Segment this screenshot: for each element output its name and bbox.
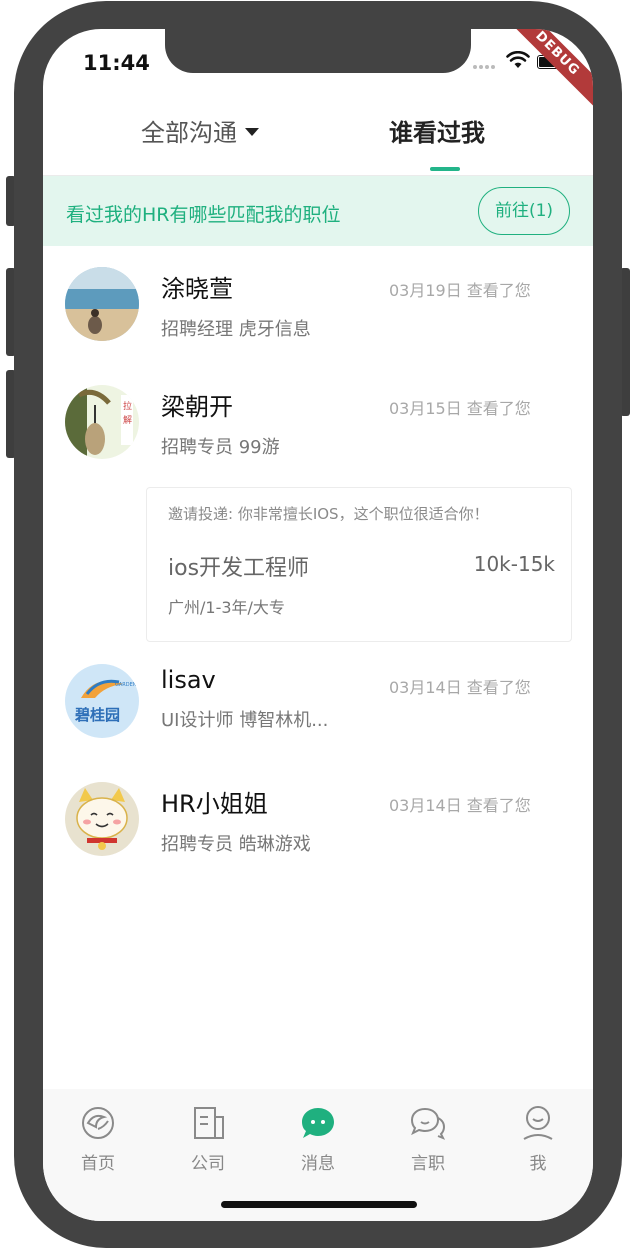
chat-icon xyxy=(410,1107,446,1140)
tab-who-viewed-me[interactable]: 谁看过我 xyxy=(389,113,485,148)
job-title: ios开发工程师 xyxy=(168,556,310,581)
tab-yanzhi[interactable]: 言职 xyxy=(388,1103,468,1174)
viewer-title-company: 招聘经理 虎牙信息 xyxy=(161,319,311,340)
job-salary: 10k-15k xyxy=(473,552,555,576)
viewer-title-company: 招聘专员 皓琳游戏 xyxy=(161,834,311,855)
invite-text: 邀请投递: 你非常擅长IOS，这个职位很适合你！ xyxy=(168,505,489,523)
tab-all-label: 全部沟通 xyxy=(141,119,237,147)
active-tab-indicator xyxy=(430,167,460,171)
viewer-name: 涂晓萱 xyxy=(161,275,233,303)
svg-text:碧桂园: 碧桂园 xyxy=(74,706,120,724)
list-item[interactable]: GARDEN 碧桂园 lisav 03月14日 查看了您 UI设计师 博智林机.… xyxy=(43,654,593,754)
list-item[interactable]: 涂晓萱 03月19日 查看了您 招聘经理 虎牙信息 xyxy=(43,257,593,357)
viewer-title-company: UI设计师 博智林机... xyxy=(161,710,329,731)
avatar: GARDEN 碧桂园 xyxy=(65,664,139,738)
viewer-name: 梁朝开 xyxy=(161,393,233,421)
viewed-time: 03月19日 查看了您 xyxy=(389,281,531,300)
viewer-title-company: 招聘专员 99游 xyxy=(161,437,280,458)
debug-label: DEBUG xyxy=(503,29,593,112)
tab-home-label: 首页 xyxy=(81,1154,115,1174)
banner-text: 看过我的HR有哪些匹配我的职位 xyxy=(66,204,341,226)
svg-text:拉: 拉 xyxy=(123,400,132,412)
signal-dots xyxy=(473,65,503,69)
avatar: 拉 解 xyxy=(65,385,139,459)
avatar xyxy=(65,267,139,341)
tab-yanzhi-label: 言职 xyxy=(411,1154,445,1174)
tab-all-communication[interactable]: 全部沟通 xyxy=(141,113,259,148)
svg-text:GARDEN: GARDEN xyxy=(115,682,137,688)
tab-messages-label: 消息 xyxy=(301,1154,335,1174)
tab-home[interactable]: 首页 xyxy=(58,1103,138,1174)
caret-down-icon xyxy=(245,127,259,136)
company-icon xyxy=(194,1107,224,1139)
match-banner: 看过我的HR有哪些匹配我的职位 前往(1) xyxy=(43,176,593,246)
viewed-time: 03月14日 查看了您 xyxy=(389,796,531,815)
profile-icon xyxy=(523,1106,553,1140)
svg-text:解: 解 xyxy=(123,414,132,426)
notch xyxy=(165,29,471,73)
home-indicator xyxy=(221,1201,417,1208)
tab-company[interactable]: 公司 xyxy=(168,1103,248,1174)
viewed-time: 03月15日 查看了您 xyxy=(389,399,531,418)
tab-me[interactable]: 我 xyxy=(498,1103,578,1174)
message-icon xyxy=(302,1108,334,1138)
list-item[interactable]: 拉 解 梁朝开 03月15日 查看了您 招聘专员 99游 xyxy=(43,375,593,475)
tab-company-label: 公司 xyxy=(191,1154,225,1174)
viewer-name: HR小姐姐 xyxy=(161,790,268,818)
job-invite-card[interactable]: 邀请投递: 你非常擅长IOS，这个职位很适合你！ ios开发工程师 10k-15… xyxy=(146,487,572,642)
tab-messages[interactable]: 消息 xyxy=(278,1103,358,1174)
viewer-name: lisav xyxy=(161,666,216,694)
job-location-requirements: 广州/1-3年/大专 xyxy=(168,598,285,617)
list-item[interactable]: HR小姐姐 03月14日 查看了您 招聘专员 皓琳游戏 xyxy=(43,772,593,872)
app-screen: 11:44 DEBUG 全部沟通 谁看过我 看过我的HR有哪些匹配我的职位 前往… xyxy=(43,29,593,1221)
avatar xyxy=(65,782,139,856)
status-time: 11:44 xyxy=(83,51,150,75)
tab-me-label: 我 xyxy=(529,1154,547,1174)
header-tabs: 全部沟通 谁看过我 xyxy=(43,103,593,176)
go-button[interactable]: 前往(1) xyxy=(478,187,570,235)
viewed-time: 03月14日 查看了您 xyxy=(389,678,531,697)
home-icon xyxy=(82,1107,114,1139)
